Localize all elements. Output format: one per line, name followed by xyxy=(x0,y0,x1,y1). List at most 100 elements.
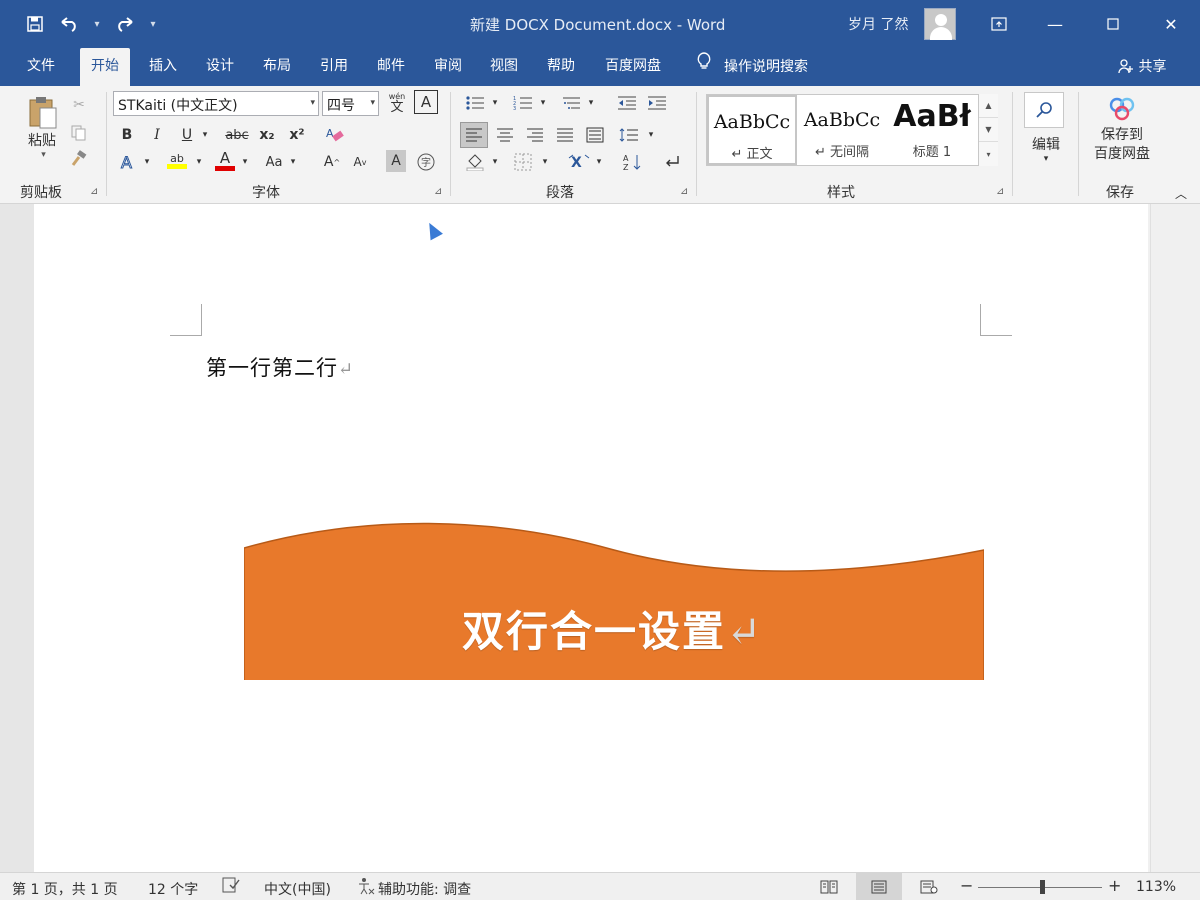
save-icon[interactable] xyxy=(20,10,50,38)
close-icon[interactable]: ✕ xyxy=(1156,10,1186,38)
print-layout-icon[interactable] xyxy=(856,873,902,900)
undo-icon[interactable] xyxy=(54,10,84,38)
styles-more-icon[interactable]: ▾ xyxy=(979,142,998,166)
avatar[interactable] xyxy=(924,8,956,40)
language[interactable]: 中文(中国) xyxy=(264,879,331,899)
bullets-dropdown-icon[interactable]: ▾ xyxy=(488,92,502,114)
styles-launcher-icon[interactable]: ⊿ xyxy=(996,186,1004,197)
share-button[interactable]: 共享 xyxy=(1118,48,1166,86)
tab-file[interactable]: 文件 xyxy=(16,48,66,86)
subscript-button[interactable]: x₂ xyxy=(256,124,278,146)
style-heading1[interactable]: AaBł 标题 1 xyxy=(887,95,977,165)
justify-icon[interactable] xyxy=(552,122,578,148)
highlight-dropdown-icon[interactable]: ▾ xyxy=(192,150,206,174)
distributed-icon[interactable] xyxy=(582,122,608,148)
bold-button[interactable]: B xyxy=(116,124,138,146)
tab-home[interactable]: 开始 xyxy=(80,48,130,86)
numbering-dropdown-icon[interactable]: ▾ xyxy=(536,92,550,114)
accessibility-status[interactable]: 辅助功能: 调查 xyxy=(378,879,471,899)
find-button[interactable] xyxy=(1024,92,1064,128)
zoom-in-button[interactable]: + xyxy=(1108,876,1121,895)
zoom-slider-thumb[interactable] xyxy=(1040,880,1045,894)
zoom-level[interactable]: 113% xyxy=(1136,879,1176,895)
line-spacing-dropdown-icon[interactable]: ▾ xyxy=(644,122,658,148)
increase-indent-icon[interactable] xyxy=(644,92,670,114)
tab-baidu-netdisk[interactable]: 百度网盘 xyxy=(594,48,672,86)
underline-dropdown-icon[interactable]: ▾ xyxy=(198,124,212,146)
enclose-circle-icon[interactable]: 字 xyxy=(414,150,438,174)
shading-icon[interactable] xyxy=(462,150,488,174)
editing-button[interactable]: 编辑 xyxy=(1024,134,1068,154)
accessibility-icon[interactable] xyxy=(356,877,376,899)
font-size-combo[interactable]: 四号 ▾ xyxy=(322,91,379,116)
tab-help[interactable]: 帮助 xyxy=(536,48,586,86)
decrease-indent-icon[interactable] xyxy=(614,92,640,114)
tell-me-search[interactable]: 操作说明搜索 xyxy=(696,48,808,86)
clipboard-launcher-icon[interactable]: ⊿ xyxy=(90,186,98,197)
chinese-layout-dropdown-icon[interactable]: ▾ xyxy=(592,150,606,174)
tab-layout[interactable]: 布局 xyxy=(252,48,302,86)
maximize-icon[interactable] xyxy=(1098,10,1128,38)
save-to-baidu-button[interactable]: 保存到 百度网盘 xyxy=(1090,96,1154,176)
undo-dropdown-icon[interactable]: ▾ xyxy=(88,10,106,38)
document-text-line[interactable]: 第一行第二行↵ xyxy=(206,352,354,382)
change-case-dropdown-icon[interactable]: ▾ xyxy=(286,150,300,174)
superscript-button[interactable]: x² xyxy=(286,124,308,146)
text-effects-button[interactable]: A xyxy=(116,150,140,174)
cut-icon[interactable]: ✂ xyxy=(68,94,90,116)
bullets-icon[interactable] xyxy=(462,92,488,114)
borders-icon[interactable] xyxy=(510,150,536,174)
font-color-dropdown-icon[interactable]: ▾ xyxy=(238,150,252,174)
font-name-combo[interactable]: STKaiti (中文正文) ▾ xyxy=(113,91,319,116)
shrink-font-button[interactable]: Av xyxy=(348,150,372,174)
collapse-ribbon-icon[interactable]: ︿ xyxy=(1172,186,1190,201)
tab-insert[interactable]: 插入 xyxy=(138,48,188,86)
ribbon-display-options-icon[interactable] xyxy=(984,10,1014,38)
proofing-icon[interactable] xyxy=(222,877,240,897)
styles-up-icon[interactable]: ▲ xyxy=(979,94,998,118)
page-count[interactable]: 第 1 页，共 1 页 xyxy=(12,879,118,899)
line-spacing-icon[interactable] xyxy=(616,122,642,148)
tab-review[interactable]: 审阅 xyxy=(423,48,473,86)
borders-dropdown-icon[interactable]: ▾ xyxy=(538,150,552,174)
format-painter-icon[interactable] xyxy=(68,148,90,170)
word-count[interactable]: 12 个字 xyxy=(148,879,198,899)
change-case-button[interactable]: Aa xyxy=(262,150,286,174)
chinese-layout-icon[interactable]: X xyxy=(566,150,592,174)
style-normal[interactable]: AaBbCc ↵ 正文 xyxy=(707,95,797,165)
customize-qat-icon[interactable]: ▾ xyxy=(144,10,162,38)
text-effects-dropdown-icon[interactable]: ▾ xyxy=(140,150,154,174)
styles-down-icon[interactable]: ▼ xyxy=(979,118,998,142)
tab-design[interactable]: 设计 xyxy=(195,48,245,86)
styles-scroll[interactable]: ▲ ▼ ▾ xyxy=(978,94,998,166)
style-no-spacing[interactable]: AaBbCc ↵ 无间隔 xyxy=(797,95,887,165)
align-left-icon[interactable] xyxy=(460,122,488,148)
editing-dropdown-icon[interactable]: ▾ xyxy=(1038,152,1054,166)
paragraph-launcher-icon[interactable]: ⊿ xyxy=(680,186,688,197)
redo-icon[interactable] xyxy=(110,10,140,38)
show-marks-icon[interactable] xyxy=(660,150,684,174)
copy-icon[interactable] xyxy=(68,122,90,144)
highlight-button[interactable]: ab xyxy=(164,148,190,174)
strikethrough-button[interactable]: abc xyxy=(222,124,252,146)
tab-references[interactable]: 引用 xyxy=(309,48,359,86)
minimize-icon[interactable]: — xyxy=(1040,10,1070,38)
sort-icon[interactable]: AZ xyxy=(620,150,646,174)
font-launcher-icon[interactable]: ⊿ xyxy=(434,186,442,197)
multilevel-list-dropdown-icon[interactable]: ▾ xyxy=(584,92,598,114)
numbering-icon[interactable]: 123 xyxy=(510,92,536,114)
web-layout-icon[interactable] xyxy=(906,873,952,900)
character-shading-button[interactable]: A xyxy=(386,150,406,172)
grow-font-button[interactable]: A ^ xyxy=(320,150,344,174)
read-mode-icon[interactable] xyxy=(806,873,852,900)
vertical-scrollbar[interactable] xyxy=(1148,204,1200,872)
shading-dropdown-icon[interactable]: ▾ xyxy=(488,150,502,174)
multilevel-list-icon[interactable] xyxy=(558,92,584,114)
align-right-icon[interactable] xyxy=(522,122,548,148)
enclose-characters-button[interactable]: A xyxy=(414,90,438,114)
align-center-icon[interactable] xyxy=(492,122,518,148)
clear-formatting-icon[interactable]: A xyxy=(322,124,348,146)
tab-mailings[interactable]: 邮件 xyxy=(366,48,416,86)
underline-button[interactable]: U xyxy=(176,124,198,146)
zoom-out-button[interactable]: − xyxy=(960,876,973,895)
